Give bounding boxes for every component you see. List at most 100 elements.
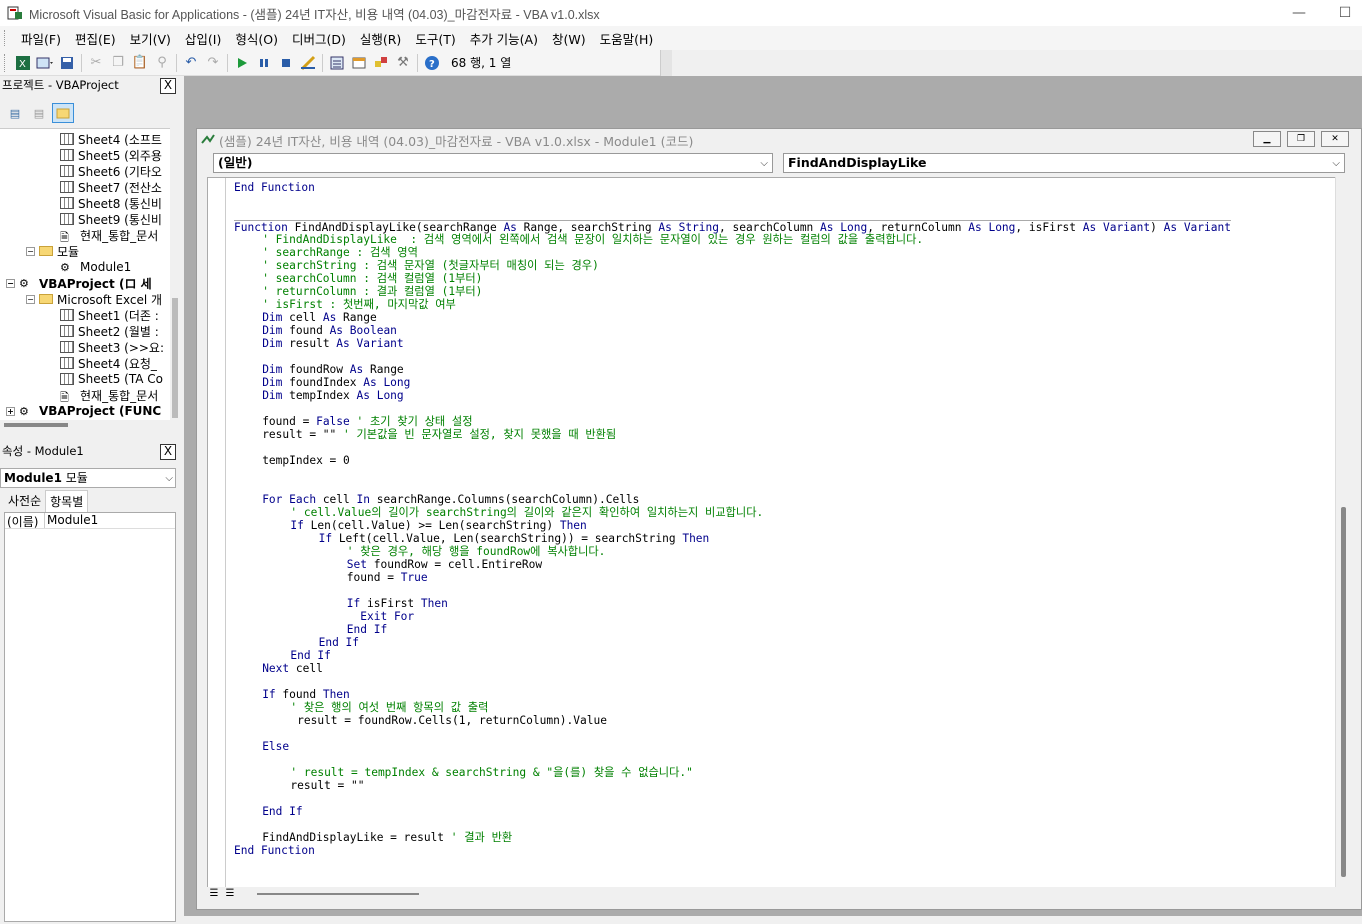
props-panel-close-button[interactable]: X [160, 444, 176, 460]
property-row[interactable]: (이름) Module1 [5, 513, 175, 529]
code-line[interactable]: found = False ' 초기 찾기 상태 설정 [262, 415, 472, 428]
code-line[interactable]: ' returnColumn : 결과 컬럼열 (1부터) [262, 285, 482, 298]
view-code-icon[interactable]: ▤ [4, 103, 26, 123]
toolbox-icon[interactable]: ⚒ [392, 52, 414, 74]
object-combo[interactable]: (일반) ⌵ [213, 153, 773, 173]
toolbar-grip[interactable] [4, 53, 8, 72]
help-icon[interactable]: ? [421, 52, 443, 74]
procedure-combo[interactable]: FindAndDisplayLike ⌵ [783, 153, 1345, 173]
tree-item[interactable]: Sheet5 (외주용 [60, 147, 162, 163]
code-line[interactable]: If Len(cell.Value) >= Len(searchString) … [290, 519, 586, 532]
paste-icon[interactable]: 📋 [129, 52, 151, 74]
code-line[interactable]: ' searchRange : 검색 영역 [262, 246, 418, 259]
code-line[interactable]: End If [319, 636, 359, 649]
excel-icon[interactable]: X [12, 52, 34, 74]
tree-item[interactable]: − ⚙ VBAProject (ロ 세 [6, 275, 152, 291]
minimize-button[interactable]: — [1276, 0, 1322, 26]
chevron-down-icon[interactable]: ⌵ [1332, 155, 1340, 173]
view-object-icon[interactable]: ▤ [28, 103, 50, 123]
code-line[interactable]: FindAndDisplayLike = result ' 결과 반환 [262, 831, 512, 844]
design-mode-icon[interactable] [297, 52, 319, 74]
tree-vertical-scrollbar[interactable] [170, 128, 180, 420]
code-line[interactable]: ' searchString : 검색 문자열 (첫글자부터 매칭이 되는 경우… [262, 259, 599, 272]
code-line[interactable]: ' result = tempIndex & searchString & "을… [290, 766, 692, 779]
code-restore-button[interactable]: ❐ [1287, 131, 1315, 147]
collapse-icon[interactable]: − [26, 294, 35, 304]
menu-debug[interactable]: 디버그(D) [285, 29, 353, 48]
code-line[interactable]: Dim result As Variant [262, 337, 403, 350]
chevron-down-icon[interactable]: ⌵ [760, 155, 768, 173]
code-line[interactable]: Else [262, 740, 289, 753]
code-line[interactable]: result = "" ' 기본값을 빈 문자열로 설정, 찾지 못했을 때 반… [262, 428, 616, 441]
tree-item[interactable]: Sheet6 (기타오 [60, 163, 162, 179]
tree-item[interactable]: Sheet9 (통신비 [60, 211, 162, 227]
code-line[interactable]: ' searchColumn : 검색 컬럼열 (1부터) [262, 272, 482, 285]
code-line[interactable]: ' isFirst : 첫번째, 마지막값 여부 [262, 298, 456, 311]
code-line[interactable]: result = foundRow.Cells(1, returnColumn)… [290, 714, 607, 727]
code-line[interactable]: If isFirst Then [347, 597, 448, 610]
code-line[interactable]: Dim tempIndex As Long [262, 389, 403, 402]
run-icon[interactable] [231, 52, 253, 74]
code-line[interactable]: Function FindAndDisplayLike(searchRange … [234, 220, 1231, 234]
code-line[interactable]: Next cell [262, 662, 323, 675]
code-close-button[interactable]: ✕ [1321, 131, 1349, 147]
menu-addins[interactable]: 추가 기능(A) [463, 29, 545, 48]
code-editor[interactable]: End Function Function FindAndDisplayLike(… [207, 177, 1337, 889]
maximize-button[interactable]: ☐ [1322, 0, 1362, 26]
code-line[interactable]: Dim foundRow As Range [262, 363, 403, 376]
expand-icon[interactable]: + [6, 406, 15, 416]
code-line[interactable]: End If [290, 649, 330, 662]
code-line[interactable]: Exit For [347, 610, 414, 623]
menu-window[interactable]: 창(W) [545, 29, 593, 48]
tree-item[interactable]: ⚙ Module1 [60, 259, 131, 275]
menu-help[interactable]: 도움말(H) [593, 29, 661, 48]
code-margin[interactable] [208, 178, 226, 888]
full-module-view-icon[interactable]: ☰ [223, 887, 237, 901]
collapse-icon[interactable]: − [6, 278, 15, 288]
code-line[interactable]: ' 찾은 행의 여섯 번째 항목의 값 출력 [290, 701, 488, 714]
tree-item[interactable]: Sheet4 (요청_ [60, 355, 157, 371]
save-icon[interactable] [56, 52, 78, 74]
code-line[interactable]: ' FindAndDisplayLike : 검색 영역에서 왼쪽에서 검색 문… [262, 233, 923, 246]
cut-icon[interactable]: ✂ [85, 52, 107, 74]
code-line[interactable]: Dim cell As Range [262, 311, 377, 324]
tree-item[interactable]: + ⚙ VBAProject (FUNC [6, 403, 161, 419]
tree-item[interactable]: − 모듈 [26, 243, 79, 259]
code-vertical-scrollbar[interactable] [1335, 177, 1351, 889]
menu-run[interactable]: 실행(R) [353, 29, 408, 48]
break-icon[interactable] [253, 52, 275, 74]
code-line[interactable]: If found Then [262, 688, 350, 701]
procedure-view-icon[interactable]: ☰ [207, 887, 221, 901]
copy-icon[interactable]: ❐ [107, 52, 129, 74]
tree-item[interactable]: 🗎 현재_통합_문서 [60, 387, 158, 405]
collapse-icon[interactable]: − [26, 246, 35, 256]
menu-file[interactable]: 파일(F) [14, 29, 68, 48]
tree-horizontal-scrollbar[interactable] [0, 420, 180, 430]
properties-icon[interactable] [348, 52, 370, 74]
code-line[interactable]: End If [347, 623, 387, 636]
undo-icon[interactable]: ↶ [180, 52, 202, 74]
toolbar-options-button[interactable] [660, 50, 672, 76]
menu-tools[interactable]: 도구(T) [408, 29, 462, 48]
menu-view[interactable]: 보기(V) [123, 29, 178, 48]
tab-categorized[interactable]: 항목별 [45, 490, 89, 512]
scrollbar-thumb[interactable] [257, 893, 419, 895]
menu-insert[interactable]: 삽입(I) [178, 29, 228, 48]
property-value[interactable]: Module1 [45, 513, 98, 528]
code-horizontal-scrollbar[interactable] [207, 887, 1337, 901]
tree-item[interactable]: Sheet4 (소프트 [60, 131, 162, 147]
code-line[interactable]: Set foundRow = cell.EntireRow [347, 558, 542, 571]
scrollbar-thumb[interactable] [4, 423, 68, 427]
scrollbar-thumb[interactable] [172, 298, 178, 418]
object-select[interactable]: Module1 모듈 ⌵ [0, 468, 176, 488]
code-line[interactable]: If Left(cell.Value, Len(searchString)) =… [319, 532, 710, 545]
find-icon[interactable]: ⚲ [151, 52, 173, 74]
insert-userform-icon[interactable] [34, 52, 56, 74]
code-line[interactable]: Dim found As Boolean [262, 324, 397, 337]
code-minimize-button[interactable]: ▁ [1253, 131, 1281, 147]
code-line[interactable]: result = "" [290, 779, 364, 792]
chevron-down-icon[interactable]: ⌵ [165, 470, 173, 488]
code-line[interactable]: tempIndex = 0 [262, 454, 350, 467]
redo-icon[interactable]: ↷ [202, 52, 224, 74]
project-panel-close-button[interactable]: X [160, 78, 176, 94]
